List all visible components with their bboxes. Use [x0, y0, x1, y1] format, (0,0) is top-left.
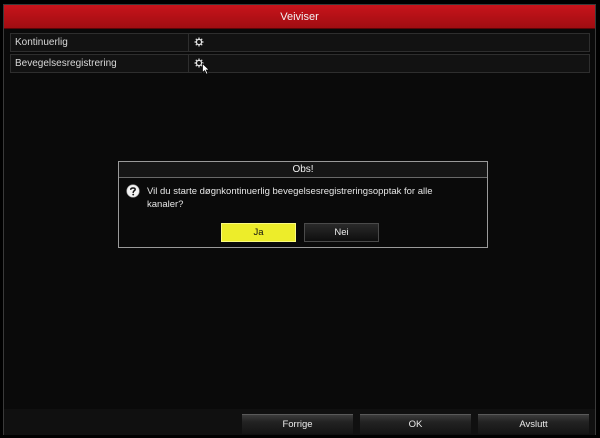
ok-button[interactable]: OK: [360, 414, 471, 434]
dialog-title: Obs!: [292, 164, 314, 175]
row-motion-detection: Bevegelsesregistrering: [10, 54, 590, 75]
screen: Veiviser Kontinuerlig Bevegelsesregistre…: [0, 0, 600, 438]
row-divider: [188, 34, 189, 51]
no-button[interactable]: Nei: [304, 223, 379, 242]
dialog-message: Vil du starte døgnkontinuerlig bevegelse…: [147, 186, 433, 210]
wizard-window: Veiviser Kontinuerlig Bevegelsesregistre…: [3, 4, 596, 435]
footer-bar: Forrige OK Avslutt: [4, 409, 595, 435]
previous-button[interactable]: Forrige: [242, 414, 353, 434]
exit-button[interactable]: Avslutt: [478, 414, 589, 434]
row-divider: [188, 55, 189, 72]
mouse-cursor-icon: [202, 63, 210, 75]
window-title: Veiviser: [280, 10, 319, 23]
row-continuous-label: Kontinuerlig: [15, 37, 68, 48]
settings-list: Kontinuerlig Bevegelsesregistrering: [10, 33, 590, 75]
window-titlebar: Veiviser: [4, 5, 595, 29]
row-motion-detection-label: Bevegelsesregistrering: [15, 58, 117, 69]
question-icon: [126, 184, 140, 198]
dialog-title-bar: Obs!: [119, 162, 487, 178]
gear-icon[interactable]: [194, 37, 204, 47]
row-continuous: Kontinuerlig: [10, 33, 590, 52]
yes-button[interactable]: Ja: [221, 223, 296, 242]
confirm-dialog: Obs! Vil du starte døgnkontinuerlig beve…: [118, 161, 488, 248]
